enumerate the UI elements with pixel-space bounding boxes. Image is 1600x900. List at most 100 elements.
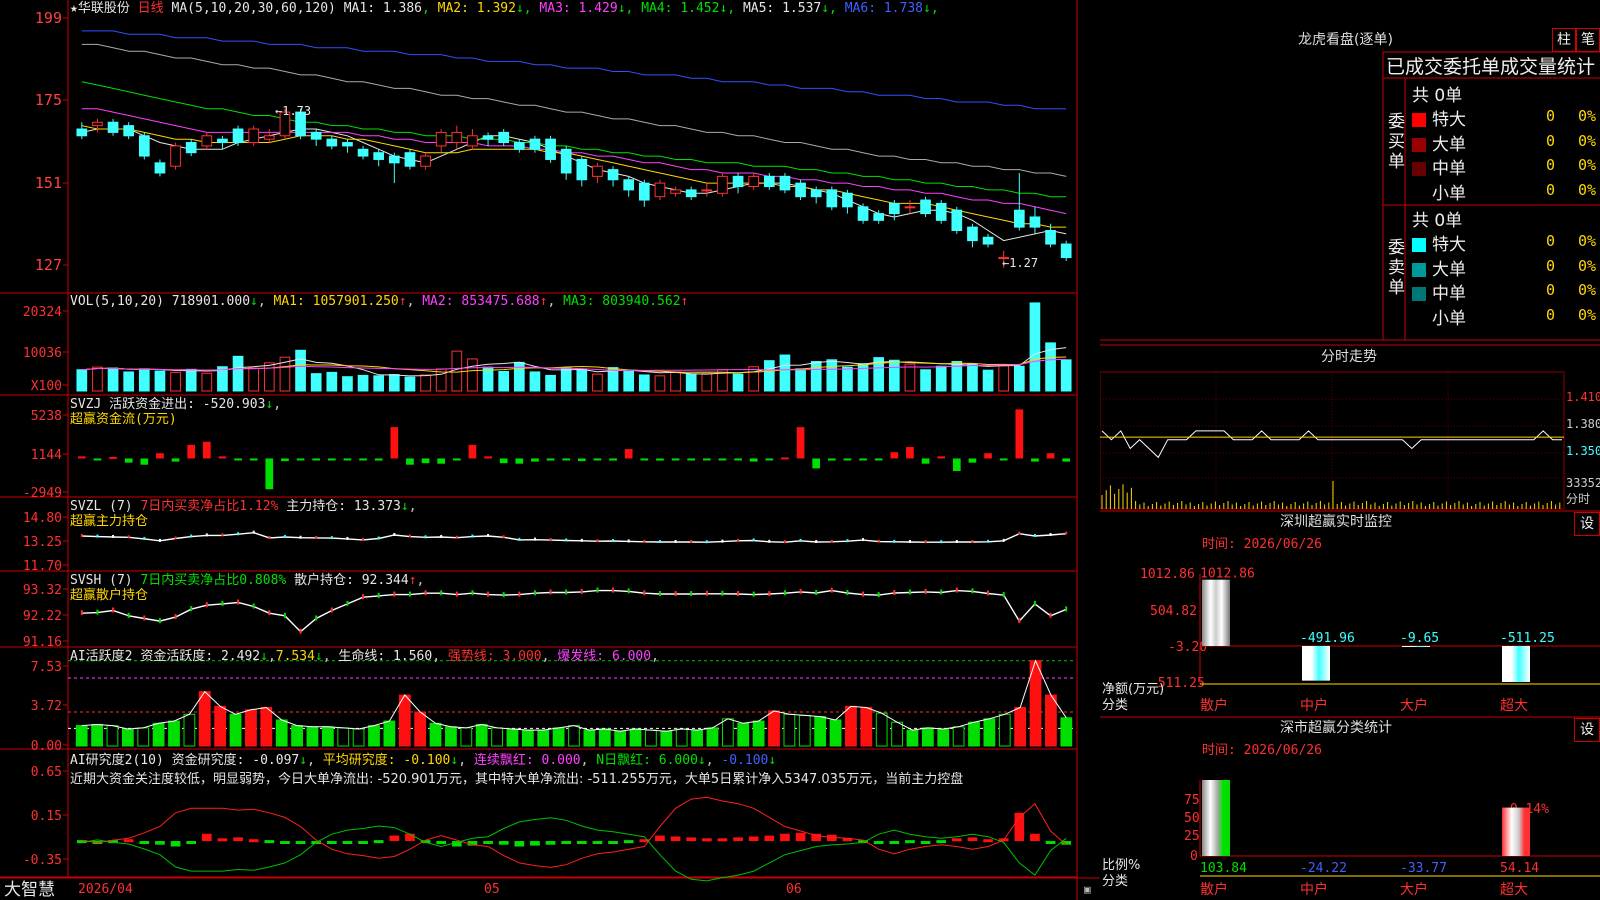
row-label: 小单 [1432, 308, 1466, 329]
class-axis-0: 75 [1184, 793, 1200, 808]
svzl-mark [346, 536, 349, 540]
air-bar [608, 841, 618, 845]
volume-bar [810, 361, 822, 392]
svzj-bar [874, 458, 883, 461]
svzj-bar [343, 458, 352, 461]
svzl-mark [612, 539, 615, 543]
candle-body [967, 226, 978, 242]
list-mode-button[interactable]: 笔 [1576, 28, 1600, 52]
ai-bar [368, 725, 380, 747]
ai-label: 资金活跃度: 2.492 [140, 649, 261, 664]
svzl-mark [283, 534, 286, 538]
axis-label-svsh-1: 92.22 [23, 609, 62, 624]
volume-bar [795, 368, 806, 392]
volume-bar [295, 349, 306, 392]
air-bar [233, 837, 243, 842]
ai-label4: 强势线: 3.000 [447, 649, 542, 664]
ai-bar [906, 729, 919, 747]
row-value: 0 [1546, 281, 1556, 299]
ai-bar [121, 728, 134, 747]
volume-bar [670, 371, 681, 392]
svzj-bar [312, 458, 321, 461]
air-bar [139, 841, 150, 845]
candle [1060, 240, 1072, 261]
svzl-label: 7日内买卖净占比1.12% [140, 499, 279, 514]
svsh-mark [971, 588, 974, 594]
svsh-mark [752, 591, 755, 597]
ai-bar [198, 691, 211, 747]
svzl-mark [174, 536, 177, 540]
air-bar [280, 841, 290, 845]
row-label: 大单 [1432, 259, 1466, 280]
air-bar [623, 840, 634, 844]
ai-bar [721, 718, 734, 747]
svzl-mark [815, 540, 818, 544]
legend-swatch [1412, 137, 1426, 152]
bar-mode-button[interactable]: 柱 [1552, 28, 1576, 52]
svsh-mark [877, 592, 880, 598]
svzl-mark [158, 538, 161, 542]
ai-bar [783, 713, 796, 747]
svzj-bar [906, 446, 914, 459]
svsh-mark [252, 603, 255, 609]
candle-body [373, 152, 385, 160]
volume-bar [701, 373, 713, 392]
svzj-bar [93, 458, 102, 461]
volume-bar [748, 366, 760, 392]
svzj-bar [749, 458, 758, 462]
candle [654, 179, 666, 201]
class-settings-button[interactable]: 设 [1574, 718, 1600, 742]
volume-bar [373, 375, 385, 392]
svsh-mark [408, 591, 411, 597]
candle-body [185, 142, 197, 154]
row-pct: 0% [1578, 281, 1597, 299]
buy-row-2: 中单 [1412, 154, 1466, 179]
svzj-bar [843, 458, 852, 461]
row-value: 0 [1546, 131, 1556, 150]
axis-label-price-3: 127 [35, 256, 62, 274]
svzj-bar [812, 458, 821, 469]
svzl-mark [643, 539, 646, 543]
candle-body [795, 182, 806, 198]
ai-bar [660, 730, 673, 747]
svzj-bar [281, 458, 289, 462]
svzj-bar [609, 458, 617, 461]
volume-bar [779, 354, 791, 392]
date-label-1: 05 [484, 882, 500, 897]
svsh-mark [377, 592, 380, 598]
air-bar [201, 833, 212, 842]
volume-bar [76, 369, 88, 392]
row-pct: 0% [1578, 305, 1597, 324]
volume-bar [998, 365, 1010, 392]
monitor-unit: 净额(万元) [1102, 682, 1165, 697]
svzl-mark [549, 538, 552, 542]
monitor-cat-label-3: 超大 [1500, 698, 1528, 714]
volume-bar [529, 371, 541, 392]
monitor-settings-button[interactable]: 设 [1574, 512, 1600, 536]
ai-bar [645, 729, 657, 747]
volume-bar [123, 371, 135, 392]
candle-body [357, 148, 369, 157]
air-bar [514, 841, 525, 847]
dragon-title: 龙虎看盘(逐单) [1298, 32, 1393, 48]
period-label[interactable]: 日线 [138, 1, 164, 16]
ai-bar [706, 727, 719, 747]
candle-body [748, 175, 760, 188]
svzl-mark [1018, 531, 1021, 535]
row-value: 0 [1546, 156, 1556, 174]
legend-swatch [1412, 238, 1426, 252]
svsh-mark [815, 589, 818, 595]
ma-params: MA(5,10,20,30,60,120) [171, 1, 336, 16]
ai-header: AI活跃度2 资金活跃度: 2.492↓,7.534↓, 生命线: 1.560,… [70, 649, 659, 664]
monitor-time: 时间: 2026/06/26 [1202, 537, 1322, 552]
svzj-bar [515, 458, 524, 464]
price-header: ★华联股份 日线 MA(5,10,20,30,60,120) MA1: 1.38… [70, 1, 939, 16]
lock-icon[interactable]: ▣ [1084, 882, 1091, 897]
svzl-mark [940, 540, 943, 544]
svzj-bar [593, 458, 602, 461]
buy-row-0: 特大 [1412, 105, 1466, 130]
candle [138, 132, 150, 160]
volume-bar [404, 376, 416, 392]
air-bar [295, 841, 306, 845]
sell-row-3: 小单 [1412, 304, 1466, 329]
